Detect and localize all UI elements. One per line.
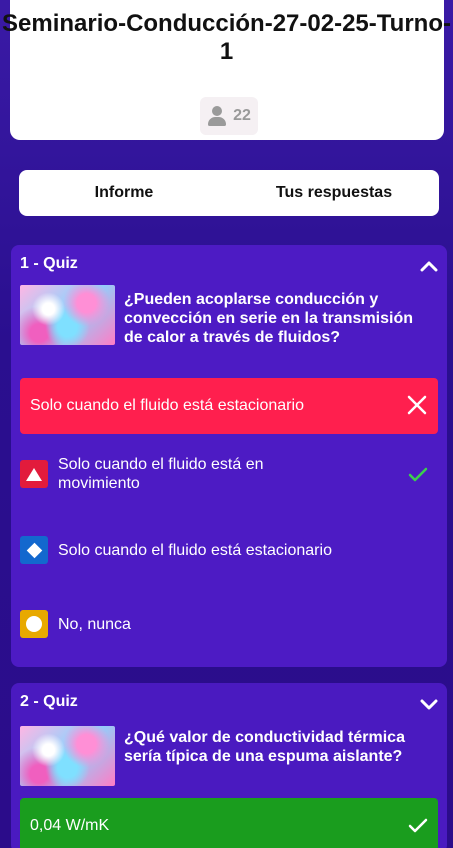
answer-option-text: Solo cuando el fluido está en movimiento	[58, 456, 264, 492]
selected-answer-text: 0,04 W/mK	[30, 817, 110, 834]
question-text: ¿Qué valor de conductividad térmica serí…	[124, 729, 405, 765]
page-title: Seminario-Conducción-27-02-25-Turno-1	[2, 10, 451, 65]
question-image	[20, 285, 115, 345]
person-icon	[207, 106, 227, 126]
answer-option: Solo cuando el fluido está estacionario	[20, 536, 438, 564]
tab-tus-respuestas[interactable]: Tus respuestas	[229, 184, 439, 202]
close-icon	[407, 395, 427, 415]
answer-option: No, nunca	[20, 610, 438, 638]
check-icon	[408, 818, 428, 833]
chevron-down-icon[interactable]	[420, 697, 438, 711]
question-text: ¿Pueden acoplarse conducción y convecció…	[124, 291, 413, 346]
answer-option: Solo cuando el fluido está en movimiento	[20, 455, 438, 493]
players-count: 22	[233, 107, 251, 124]
chevron-up-icon[interactable]	[420, 259, 438, 273]
circle-icon	[20, 610, 48, 638]
players-badge: 22	[200, 97, 258, 135]
quiz-card-1: 1 - Quiz ¿Pueden acoplarse conducción y …	[11, 245, 447, 667]
selected-answer: 0,04 W/mK	[20, 798, 438, 848]
answer-option-text: Solo cuando el fluido está estacionario	[58, 541, 332, 559]
quiz-label: 2 - Quiz	[20, 693, 78, 710]
answer-option-text: No, nunca	[58, 615, 131, 633]
quiz-card-2: 2 - Quiz ¿Qué valor de conductividad tér…	[11, 683, 447, 848]
quiz-label: 1 - Quiz	[20, 255, 78, 272]
selected-answer-text: Solo cuando el fluido está estacionario	[30, 397, 304, 414]
tab-informe[interactable]: Informe	[19, 184, 229, 202]
tab-bar: Informe Tus respuestas	[19, 170, 439, 216]
triangle-icon	[20, 460, 48, 488]
selected-answer: Solo cuando el fluido está estacionario	[20, 378, 438, 434]
diamond-icon	[20, 536, 48, 564]
check-icon	[408, 467, 428, 482]
question-image	[20, 726, 115, 786]
